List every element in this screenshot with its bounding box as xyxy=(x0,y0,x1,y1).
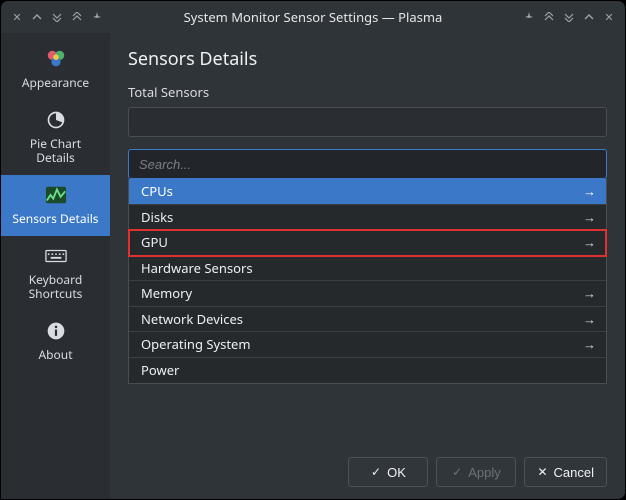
content: Sensors Details Total Sensors CPUs→Disks… xyxy=(110,33,625,499)
sidebar-item-label: Appearance xyxy=(22,76,89,90)
titlebar-pin-icon[interactable] xyxy=(87,7,107,27)
cancel-button-label: Cancel xyxy=(554,465,594,480)
titlebar-keep-above-icon[interactable] xyxy=(67,7,87,27)
sidebar-item-pie-chart-details[interactable]: Pie Chart Details xyxy=(1,100,110,175)
sidebar-filler xyxy=(1,372,110,499)
sidebar-item-sensors-details[interactable]: Sensors Details xyxy=(1,175,110,236)
ok-button[interactable]: ✓ OK xyxy=(348,457,428,487)
page-title: Sensors Details xyxy=(128,47,607,71)
titlebar: ✕ System Monitor Sensor Settings — Plasm… xyxy=(1,1,625,33)
sidebar-item-about[interactable]: About xyxy=(1,311,110,372)
titlebar-pin-icon-right[interactable] xyxy=(519,7,539,27)
list-item-label: Operating System xyxy=(141,335,580,353)
window: ✕ System Monitor Sensor Settings — Plasm… xyxy=(0,0,626,500)
list-item-label: Network Devices xyxy=(141,310,580,328)
titlebar-keep-below-icon[interactable] xyxy=(47,7,67,27)
arrow-right-icon: → xyxy=(580,208,596,226)
sensor-category-list: CPUs→Disks→GPU→Hardware SensorsMemory→Ne… xyxy=(128,179,607,384)
list-item-label: Memory xyxy=(141,284,580,302)
body: Appearance Pie Chart Details xyxy=(1,33,625,499)
keyboard-icon xyxy=(44,244,68,268)
sidebar: Appearance Pie Chart Details xyxy=(1,33,110,499)
button-bar: ✓ OK ✓ Apply ✕ Cancel xyxy=(128,447,607,487)
list-item[interactable]: Power xyxy=(129,358,606,384)
search-input[interactable] xyxy=(128,149,607,179)
window-title: System Monitor Sensor Settings — Plasma xyxy=(107,8,519,26)
total-sensors-field[interactable] xyxy=(128,107,607,137)
apply-button-label: Apply xyxy=(468,465,501,480)
apply-button[interactable]: ✓ Apply xyxy=(436,457,516,487)
list-item-label: Hardware Sensors xyxy=(141,259,596,277)
list-item[interactable]: CPUs→ xyxy=(129,179,606,205)
cancel-button[interactable]: ✕ Cancel xyxy=(524,457,607,487)
sidebar-item-label: Pie Chart Details xyxy=(30,137,81,165)
titlebar-keep-above-icon-right[interactable] xyxy=(539,7,559,27)
list-item[interactable]: Operating System→ xyxy=(129,332,606,358)
list-item[interactable]: Disks→ xyxy=(129,205,606,231)
list-item[interactable]: GPU→ xyxy=(129,230,606,256)
titlebar-close-icon-right[interactable]: ✕ xyxy=(599,7,619,27)
content-filler xyxy=(128,384,607,447)
list-item[interactable]: Hardware Sensors xyxy=(129,256,606,282)
titlebar-shade-icon-right[interactable] xyxy=(579,7,599,27)
sidebar-item-keyboard-shortcuts[interactable]: Keyboard Shortcuts xyxy=(1,236,110,311)
pie-chart-icon xyxy=(44,108,68,132)
total-sensors-label: Total Sensors xyxy=(128,83,607,101)
check-icon: ✓ xyxy=(371,465,381,479)
arrow-right-icon: → xyxy=(580,182,596,200)
list-item-label: GPU xyxy=(141,233,580,251)
arrow-right-icon: → xyxy=(580,310,596,328)
sidebar-item-label: About xyxy=(38,348,72,362)
titlebar-shade-icon[interactable] xyxy=(27,7,47,27)
info-icon xyxy=(44,319,68,343)
sidebar-item-label: Keyboard Shortcuts xyxy=(29,273,83,301)
arrow-right-icon: → xyxy=(580,233,596,251)
titlebar-close-icon[interactable]: ✕ xyxy=(7,7,27,27)
sidebar-item-label: Sensors Details xyxy=(12,212,98,226)
list-item-label: CPUs xyxy=(141,182,580,200)
titlebar-keep-below-icon-right[interactable] xyxy=(559,7,579,27)
arrow-right-icon: → xyxy=(580,335,596,353)
list-item[interactable]: Network Devices→ xyxy=(129,307,606,333)
sidebar-item-appearance[interactable]: Appearance xyxy=(1,39,110,100)
list-item-label: Disks xyxy=(141,208,580,226)
close-icon: ✕ xyxy=(537,465,547,479)
arrow-right-icon: → xyxy=(580,284,596,302)
check-icon: ✓ xyxy=(452,465,462,479)
list-item-label: Power xyxy=(141,361,596,379)
sensors-details-icon xyxy=(44,183,68,207)
ok-button-label: OK xyxy=(387,465,406,480)
list-item[interactable]: Memory→ xyxy=(129,281,606,307)
appearance-icon xyxy=(44,47,68,71)
